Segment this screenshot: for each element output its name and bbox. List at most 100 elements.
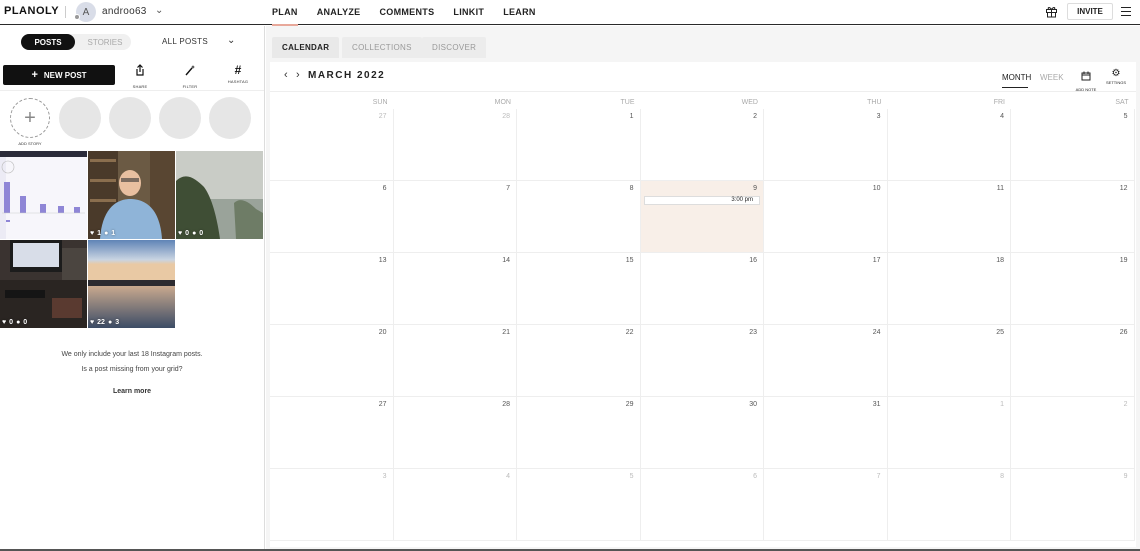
logo[interactable]: PLANOLY — [4, 5, 59, 17]
calendar-day-cell[interactable]: 2 — [1011, 397, 1135, 469]
calendar-month-title: MARCH 2022 — [308, 70, 386, 81]
view-month-button[interactable]: MONTH — [1002, 73, 1031, 82]
posts-filter-select[interactable]: ALL POSTS — [162, 37, 208, 46]
calendar-day-cell[interactable]: 30 — [640, 397, 764, 469]
story-placeholder — [59, 97, 101, 139]
comment-icon: ● — [104, 230, 109, 237]
tab-discover[interactable]: DISCOVER — [422, 37, 487, 58]
calendar-day-cell[interactable]: 26 — [1011, 325, 1135, 397]
divider — [65, 6, 66, 18]
toggle-posts[interactable]: POSTS — [21, 34, 75, 50]
nav-comments[interactable]: COMMENTS — [379, 0, 434, 25]
calendar-day-cell[interactable]: 4 — [393, 469, 517, 541]
new-post-button[interactable]: + NEW POST — [3, 65, 115, 85]
calendar-day-cell[interactable]: 14 — [393, 253, 517, 325]
calendar-day-cell[interactable]: 16 — [640, 253, 764, 325]
calendar-day-cell[interactable]: 10 — [764, 181, 888, 253]
calendar-day-cell[interactable]: 2 — [640, 109, 764, 181]
nav-analyze[interactable]: ANALYZE — [317, 0, 361, 25]
calendar-day-cell[interactable]: 23 — [640, 325, 764, 397]
day-number: 10 — [872, 185, 881, 192]
calendar-day-cell[interactable]: 12 — [1011, 181, 1135, 253]
learn-more-link[interactable]: Learn more — [0, 388, 264, 395]
chevron-down-icon[interactable]: ⌄ — [227, 35, 235, 46]
account-name[interactable]: androo63 — [102, 6, 147, 17]
gift-icon[interactable] — [1045, 5, 1058, 18]
comment-icon: ● — [192, 230, 197, 237]
post-tile[interactable]: ♥ 0 ● 0 — [0, 240, 87, 328]
tab-collections[interactable]: COLLECTIONS — [342, 37, 422, 58]
post-tile[interactable] — [0, 151, 87, 239]
calendar-day-cell[interactable]: 1 — [517, 109, 641, 181]
invite-button[interactable]: INVITE — [1067, 3, 1113, 20]
share-icon — [136, 64, 144, 76]
add-note-button[interactable]: ADD NOTE — [1072, 68, 1100, 92]
day-number: 11 — [996, 185, 1004, 192]
share-button[interactable]: SHARE — [120, 64, 160, 89]
calendar-day-cell[interactable]: 7 — [393, 181, 517, 253]
calendar-day-cell[interactable]: 9 3:00 pm — [640, 181, 764, 253]
calendar-day-cell[interactable]: 11 — [887, 181, 1011, 253]
calendar-day-cell[interactable]: 28 — [393, 109, 517, 181]
day-number: 5 — [1123, 113, 1128, 120]
calendar-day-cell[interactable]: 5 — [1011, 109, 1135, 181]
share-label: SHARE — [132, 84, 148, 89]
story-placeholder — [109, 97, 151, 139]
filter-button[interactable]: FILTER — [170, 64, 210, 89]
likes-count: 0 — [185, 230, 190, 237]
chevron-right-icon[interactable]: › — [296, 69, 300, 81]
nav-plan[interactable]: PLAN — [272, 0, 298, 26]
calendar-day-cell[interactable]: 27 — [270, 397, 394, 469]
calendar-day-cell[interactable]: 9 — [1011, 469, 1135, 541]
settings-button[interactable]: ⚙ SETTINGS — [1102, 68, 1130, 85]
calendar-day-cell[interactable]: 20 — [270, 325, 394, 397]
view-week-button[interactable]: WEEK — [1040, 73, 1064, 82]
menu-icon[interactable] — [1121, 7, 1131, 16]
calendar-day-cell[interactable]: 19 — [1011, 253, 1135, 325]
nav-linkit[interactable]: LINKIT — [453, 0, 484, 25]
calendar-day-cell[interactable]: 3 — [270, 469, 394, 541]
add-story-label: ADD STORY — [18, 141, 42, 146]
calendar-day-cell[interactable]: 1 — [887, 397, 1011, 469]
nav-learn[interactable]: LEARN — [503, 0, 536, 25]
calendar-day-cell[interactable]: 8 — [517, 181, 641, 253]
post-tile[interactable]: ♥ 1 ● 1 — [88, 151, 175, 239]
chevron-down-icon[interactable]: ⌄ — [155, 5, 163, 16]
hashtag-button[interactable]: # HASHTAG — [218, 64, 258, 88]
avatar-initial: A — [82, 6, 90, 18]
calendar-day-cell[interactable]: 27 — [270, 109, 394, 181]
gear-icon: ⚙ — [1111, 68, 1121, 79]
calendar-day-cell[interactable]: 17 — [764, 253, 888, 325]
calendar-day-cell[interactable]: 24 — [764, 325, 888, 397]
toggle-stories[interactable]: STORIES — [81, 34, 129, 50]
comments-count: 1 — [111, 230, 116, 237]
calendar-day-cell[interactable]: 25 — [887, 325, 1011, 397]
add-story-button[interactable]: + — [10, 98, 50, 138]
main-nav: PLAN ANALYZE COMMENTS LINKIT LEARN — [272, 0, 555, 26]
day-number: 31 — [872, 401, 881, 408]
calendar-day-cell[interactable]: 21 — [393, 325, 517, 397]
calendar-day-cell[interactable]: 22 — [517, 325, 641, 397]
calendar-day-cell[interactable]: 15 — [517, 253, 641, 325]
calendar-day-cell[interactable]: 31 — [764, 397, 888, 469]
calendar-day-cell[interactable]: 18 — [887, 253, 1011, 325]
calendar-day-cell[interactable]: 29 — [517, 397, 641, 469]
calendar-day-cell[interactable]: 3 — [764, 109, 888, 181]
calendar-day-cell[interactable]: 6 — [270, 181, 394, 253]
day-number: 3 — [876, 113, 881, 120]
calendar-day-cell[interactable]: 7 — [764, 469, 888, 541]
calendar-day-cell[interactable]: 5 — [517, 469, 641, 541]
calendar-day-cell[interactable]: 28 — [393, 397, 517, 469]
day-number: 3 — [382, 473, 387, 480]
post-tile[interactable]: ♥ 22 ● 3 — [88, 240, 175, 328]
calendar-day-cell[interactable]: 13 — [270, 253, 394, 325]
posts-panel: POSTS STORIES ALL POSTS ⌄ + NEW POST SHA… — [0, 26, 265, 551]
tab-calendar[interactable]: CALENDAR — [272, 37, 340, 58]
calendar-day-cell[interactable]: 6 — [640, 469, 764, 541]
scheduled-post-event[interactable]: 3:00 pm — [643, 196, 760, 205]
calendar-day-cell[interactable]: 8 — [887, 469, 1011, 541]
post-tile[interactable]: ♥ 0 ● 0 — [176, 151, 263, 239]
post-image — [88, 151, 175, 239]
calendar-day-cell[interactable]: 4 — [887, 109, 1011, 181]
chevron-left-icon[interactable]: ‹ — [284, 69, 288, 81]
